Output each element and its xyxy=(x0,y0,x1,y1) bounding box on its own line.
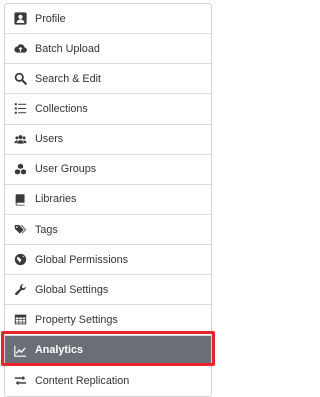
list-icon xyxy=(12,101,28,117)
menu-item-content-replication[interactable]: Content Replication xyxy=(5,365,211,396)
menu-item-search-edit[interactable]: Search & Edit xyxy=(5,64,211,95)
menu-item-label: Content Replication xyxy=(35,374,130,387)
table-icon xyxy=(12,312,28,328)
menu-item-tags[interactable]: Tags xyxy=(5,214,211,246)
menu-item-label: Profile xyxy=(35,12,66,25)
menu-item-label: User Groups xyxy=(35,163,97,176)
users-icon xyxy=(12,131,28,147)
menu-item-profile[interactable]: Profile xyxy=(5,4,211,35)
menu-item-global-permissions[interactable]: Global Permissions xyxy=(5,245,211,276)
menu-item-batch-upload[interactable]: Batch Upload xyxy=(5,34,211,65)
exchange-icon xyxy=(12,373,28,389)
menu-item-collections[interactable]: Collections xyxy=(5,94,211,125)
wrench-icon xyxy=(12,282,28,298)
menu-item-label: Batch Upload xyxy=(35,42,100,55)
menu-item-global-settings[interactable]: Global Settings xyxy=(5,275,211,306)
tags-icon xyxy=(12,222,28,238)
settings-sidebar-menu: Profile Batch Upload Search & Edit Colle… xyxy=(4,3,212,397)
menu-item-users[interactable]: Users xyxy=(5,124,211,155)
menu-item-label: Collections xyxy=(35,102,88,115)
menu-item-label: Global Settings xyxy=(35,283,109,296)
search-icon xyxy=(12,71,28,87)
globe-icon xyxy=(12,252,28,268)
cubes-icon xyxy=(12,161,28,177)
line-chart-icon xyxy=(12,342,28,358)
cloud-upload-icon xyxy=(12,41,28,57)
menu-item-label: Users xyxy=(35,133,64,146)
menu-item-label: Libraries xyxy=(35,193,77,206)
menu-item-label: Search & Edit xyxy=(35,72,102,85)
menu-item-user-groups[interactable]: User Groups xyxy=(5,154,211,185)
menu-item-label: Global Permissions xyxy=(35,253,129,266)
user-icon xyxy=(12,11,28,27)
menu-item-label: Tags xyxy=(35,223,58,236)
menu-item-property-settings[interactable]: Property Settings xyxy=(5,305,211,336)
book-icon xyxy=(12,191,28,207)
menu-item-label: Property Settings xyxy=(35,313,118,326)
menu-item-label: Analytics xyxy=(35,344,84,357)
menu-item-libraries[interactable]: Libraries xyxy=(5,184,211,215)
menu-item-analytics[interactable]: Analytics xyxy=(5,335,211,366)
